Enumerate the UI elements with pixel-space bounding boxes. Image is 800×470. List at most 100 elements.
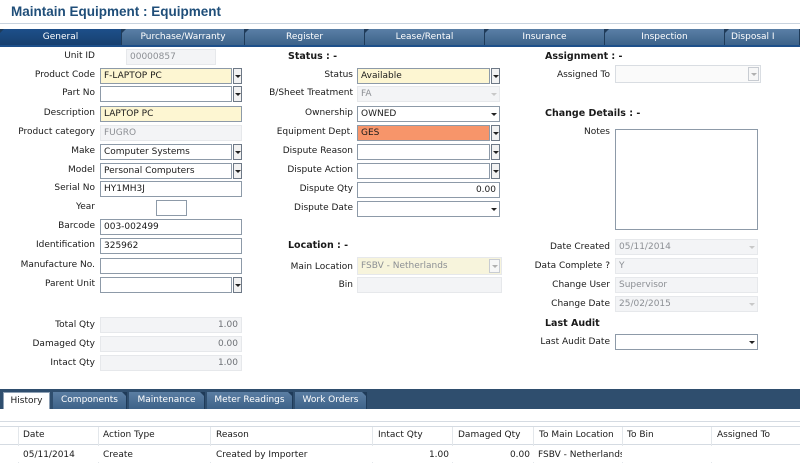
assigned-to-label: Assigned To [556,70,610,80]
main-location-field: FSBV - Netherlands [357,257,502,275]
last-audit-date-arrow-icon[interactable] [748,335,756,349]
dispute-qty-label: Dispute Qty [299,184,353,194]
dispute-action-dropdown-button[interactable] [491,163,500,179]
dispute-date-field[interactable] [357,201,500,217]
product-code-label: Product Code [34,70,95,80]
tab-register[interactable]: Register [244,29,365,45]
row-to-main-location-cell: FSBV - Netherlands [538,450,622,460]
main-location-dropdown-icon [489,259,500,273]
change-user-field: Supervisor [615,277,758,293]
change-details-section-header: Change Details : - [545,108,641,119]
dispute-qty-field[interactable]: 0.00 [357,182,500,198]
year-field[interactable] [156,200,187,216]
model-field[interactable]: Personal Computers [100,163,232,179]
tab-inspection[interactable]: Inspection [604,29,725,45]
make-field[interactable]: Computer Systems [100,144,232,160]
identification-label: Identification [35,240,95,250]
intact-qty-label: Intact Qty [50,358,95,368]
manufacture-no-field[interactable] [100,258,242,274]
identification-field[interactable]: 325962 [100,238,242,254]
dispute-reason-label: Dispute Reason [282,146,353,156]
tab-general[interactable]: General [0,29,122,45]
equipment-dept-field[interactable]: GES [357,125,490,141]
change-user-label: Change User [552,280,610,290]
tab-disposal[interactable]: Disposal I [725,29,800,45]
tab-meter-readings[interactable]: Meter Readings [207,392,293,409]
column-header-to-main-location[interactable]: To Main Location [539,430,614,440]
bsheet-treatment-label: B/Sheet Treatment [269,88,353,98]
row-damaged-qty-cell: 0.00 [509,450,530,460]
dispute-action-field[interactable] [357,163,490,179]
column-header-date[interactable]: Date [23,430,45,440]
part-no-dropdown-button[interactable] [233,86,242,102]
notes-textarea[interactable] [615,129,758,230]
change-date-label: Change Date [551,299,610,309]
column-header-to-bin[interactable]: To Bin [627,430,654,440]
change-date-field: 25/02/2015 [615,296,758,312]
parent-unit-field[interactable] [100,277,232,293]
ownership-arrow-icon[interactable] [490,107,498,121]
tab-components[interactable]: Components [53,392,127,409]
column-header-reason[interactable]: Reason [216,430,249,440]
tab-insurance[interactable]: Insurance [484,29,605,45]
model-dropdown-button[interactable] [233,163,242,179]
page-title: Maintain Equipment : Equipment [11,4,221,19]
year-label: Year [75,202,95,212]
serial-no-field[interactable]: HY1MH3J [100,181,242,197]
bsheet-treatment-arrow-icon [490,87,498,101]
model-label: Model [67,165,95,175]
status-dropdown-button[interactable] [491,68,500,84]
date-created-arrow-icon [748,240,756,254]
tab-work-orders[interactable]: Work Orders [295,392,367,409]
description-label: Description [43,108,95,118]
dispute-reason-field[interactable] [357,144,490,160]
barcode-label: Barcode [58,221,95,231]
damaged-qty-field: 0.00 [100,336,242,352]
column-header-damaged-qty[interactable]: Damaged Qty [458,430,521,440]
last-audit-section-header: Last Audit [545,318,600,329]
bin-field [357,277,502,293]
equipment-dept-dropdown-button[interactable] [491,125,500,141]
equipment-dept-label: Equipment Dept. [276,127,353,137]
barcode-field[interactable]: 003-002499 [100,219,242,235]
part-no-label: Part No [62,88,95,98]
location-section-header: Location : - [288,240,349,251]
assigned-to-field [615,65,761,83]
description-field[interactable]: LAPTOP PC [100,106,242,122]
status-label: Status [324,70,353,80]
tab-purchase-warranty[interactable]: Purchase/Warranty [121,29,245,45]
notes-label: Notes [584,127,610,137]
dispute-date-label: Dispute Date [294,203,353,213]
part-no-field[interactable] [100,86,232,102]
tab-maintenance[interactable]: Maintenance [129,392,205,409]
status-field[interactable]: Available [357,68,490,84]
dispute-date-arrow-icon[interactable] [490,202,498,216]
make-dropdown-button[interactable] [233,144,242,160]
column-header-action-type[interactable]: Action Type [103,430,155,440]
data-complete-label: Data Complete ? [534,261,610,271]
history-toolbar [0,409,800,422]
parent-unit-label: Parent Unit [45,279,95,289]
unit-id-label: Unit ID [64,51,95,61]
tab-history[interactable]: History [3,392,50,409]
ownership-label: Ownership [305,108,353,118]
product-code-dropdown-button[interactable] [233,68,242,84]
damaged-qty-label: Damaged Qty [32,339,96,349]
dispute-reason-dropdown-button[interactable] [491,144,500,160]
bsheet-treatment-field: FA [357,86,500,102]
column-header-intact-qty[interactable]: Intact Qty [378,430,423,440]
parent-unit-dropdown-button[interactable] [233,277,242,293]
product-code-field[interactable]: F-LAPTOP PC [100,68,232,84]
bin-label: Bin [338,280,353,290]
data-complete-field: Y [615,258,758,274]
status-section-header: Status : - [288,51,338,62]
assignment-section-header: Assignment : - [545,51,623,62]
last-audit-date-field[interactable] [615,334,758,350]
intact-qty-field: 1.00 [100,355,242,371]
tab-lease-rental[interactable]: Lease/Rental [364,29,485,45]
row-date-cell: 05/11/2014 [23,450,75,460]
ownership-field[interactable]: OWNED [357,106,500,122]
main-location-label: Main Location [290,262,353,272]
total-qty-label: Total Qty [55,320,95,330]
column-header-assigned-to[interactable]: Assigned To [717,430,770,440]
